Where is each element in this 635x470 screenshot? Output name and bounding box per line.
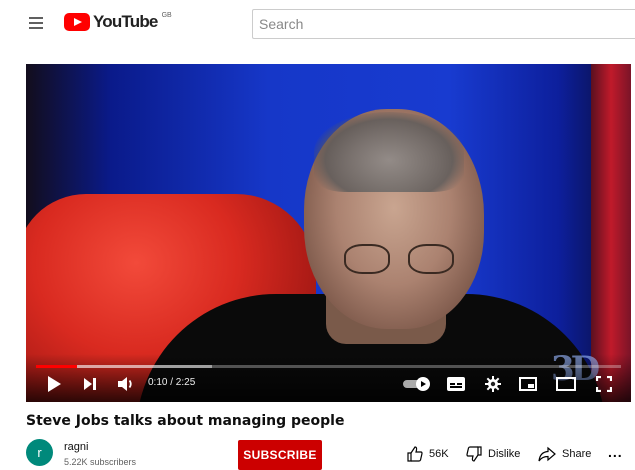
- subtitles-icon: [447, 377, 465, 391]
- like-button[interactable]: 56K: [407, 446, 449, 462]
- channel-name[interactable]: ragni: [64, 441, 88, 453]
- autoplay-toggle-icon: [403, 377, 430, 391]
- like-count: 56K: [429, 448, 449, 460]
- share-icon: [538, 446, 556, 462]
- play-icon: [48, 376, 61, 392]
- search-input[interactable]: [253, 10, 635, 38]
- subscribe-button[interactable]: SUBSCRIBE: [238, 440, 322, 470]
- fullscreen-icon: [596, 376, 612, 392]
- next-button[interactable]: [78, 371, 102, 397]
- subscriber-count: 5.22K subscribers: [64, 457, 137, 467]
- video-title: Steve Jobs talks about managing people: [26, 413, 345, 429]
- play-button[interactable]: [42, 371, 66, 397]
- dislike-label: Dislike: [488, 448, 521, 460]
- masthead: YouTube GB: [0, 0, 635, 46]
- miniplayer-icon: [519, 377, 537, 391]
- logo-text: YouTube: [93, 12, 158, 31]
- video-frame: 3D: [26, 64, 631, 402]
- youtube-logo[interactable]: YouTube GB: [64, 11, 172, 35]
- channel-avatar[interactable]: r: [26, 439, 53, 466]
- progress-played: [36, 365, 77, 368]
- miniplayer-button[interactable]: [516, 371, 540, 397]
- menu-icon[interactable]: [26, 13, 48, 33]
- time-display: 0:10 / 2:25: [148, 377, 196, 388]
- video-player[interactable]: 3D 0:10 / 2:25: [26, 64, 631, 402]
- share-label: Share: [562, 448, 592, 460]
- youtube-play-logo-icon: [64, 13, 90, 31]
- volume-icon: [118, 377, 132, 391]
- theater-mode-button[interactable]: [554, 371, 578, 397]
- fullscreen-button[interactable]: [592, 371, 616, 397]
- theater-icon: [556, 377, 576, 391]
- progress-bar[interactable]: [36, 365, 621, 368]
- search-box[interactable]: [252, 9, 635, 39]
- mute-button[interactable]: [114, 371, 138, 397]
- settings-button[interactable]: [481, 371, 505, 397]
- dislike-button[interactable]: Dislike: [466, 446, 520, 462]
- thumbs-up-icon: [407, 446, 423, 462]
- subtitles-button[interactable]: [444, 371, 468, 397]
- next-icon: [84, 378, 96, 390]
- share-button[interactable]: Share: [538, 446, 591, 462]
- autoplay-toggle[interactable]: [400, 371, 434, 397]
- more-actions-button[interactable]: ...: [608, 444, 623, 460]
- thumbs-down-icon: [466, 446, 482, 462]
- settings-icon: [485, 376, 501, 392]
- region-code: GB: [161, 12, 172, 19]
